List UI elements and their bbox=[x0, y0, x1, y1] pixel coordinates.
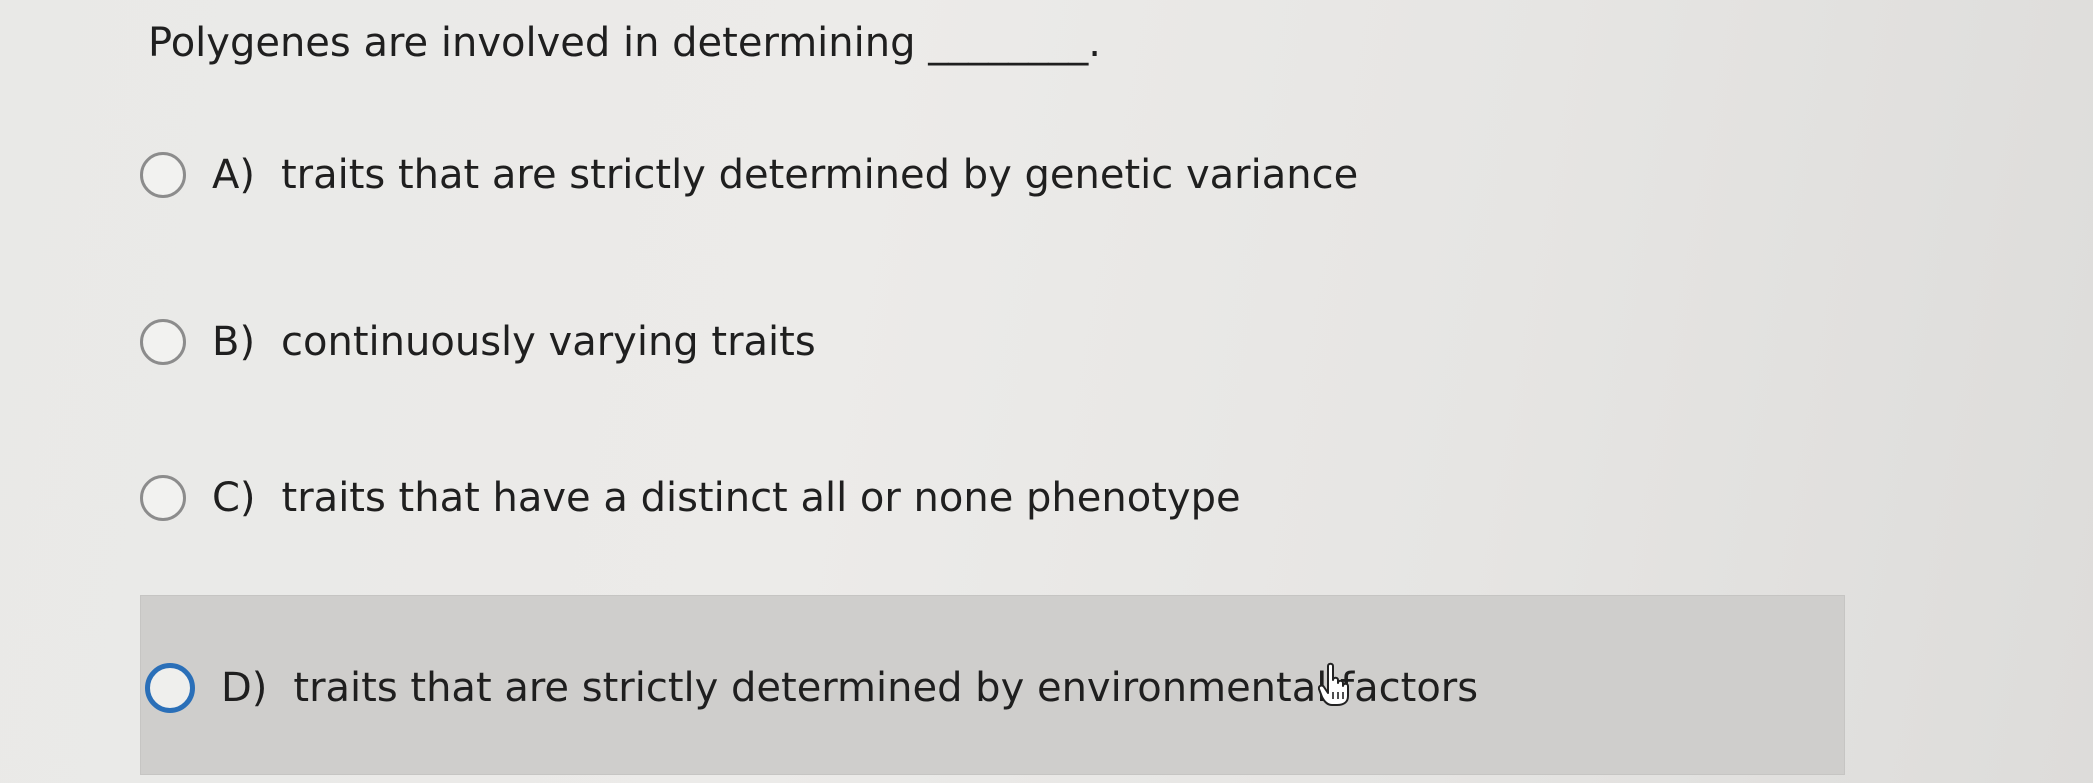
radio-option-c[interactable] bbox=[140, 475, 186, 521]
option-a-letter: A) bbox=[212, 152, 255, 198]
option-b-text: continuously varying traits bbox=[281, 319, 816, 365]
option-d-text: traits that are strictly determined by e… bbox=[293, 665, 1479, 711]
option-c-text: traits that have a distinct all or none … bbox=[281, 475, 1241, 521]
radio-option-a[interactable] bbox=[140, 152, 186, 198]
option-b-letter: B) bbox=[212, 319, 256, 365]
option-c[interactable]: C) traits that have a distinct all or no… bbox=[140, 438, 1241, 558]
option-d[interactable]: D) traits that are strictly determined b… bbox=[145, 628, 1478, 748]
option-a-text: traits that are strictly determined by g… bbox=[280, 152, 1359, 198]
question-text: Polygenes are involved in determining __… bbox=[148, 20, 1101, 66]
option-d-letter: D) bbox=[221, 665, 268, 711]
radio-option-d[interactable] bbox=[145, 663, 195, 713]
option-a[interactable]: A) traits that are strictly determined b… bbox=[140, 115, 1358, 235]
option-c-letter: C) bbox=[212, 475, 256, 521]
radio-option-b[interactable] bbox=[140, 319, 186, 365]
option-b[interactable]: B) continuously varying traits bbox=[140, 282, 816, 402]
hand-pointer-icon bbox=[1318, 662, 1349, 706]
